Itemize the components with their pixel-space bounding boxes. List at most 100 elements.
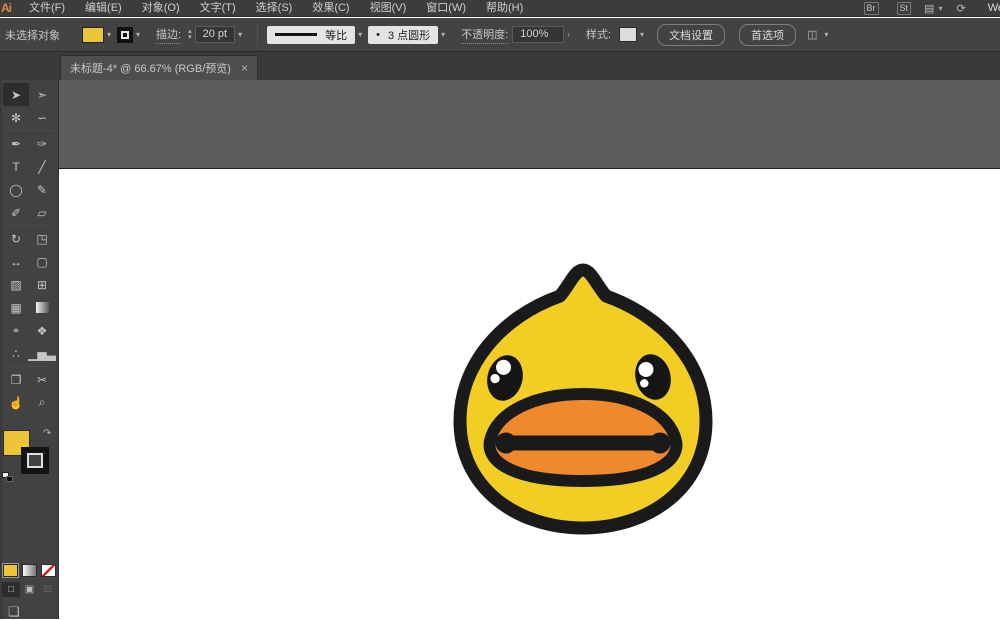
tools-divider: [5, 130, 53, 131]
selection-tool-icon: ➤: [11, 88, 21, 102]
fill-color-chevron-icon[interactable]: ▾: [107, 30, 111, 39]
stroke-color-indicator[interactable]: [21, 447, 49, 474]
draw-inside-mode[interactable]: ⊡: [39, 582, 57, 597]
fill-stroke-indicator: ↷: [0, 428, 59, 486]
tool-scale-tool[interactable]: ◳: [29, 227, 55, 250]
tool-shape-builder-tool[interactable]: ▨: [3, 273, 29, 296]
selection-status-text: 未选择对象: [5, 27, 60, 43]
menu-file[interactable]: 文件(F): [19, 2, 75, 14]
rotate-tool-icon: ↻: [11, 232, 21, 246]
width-tool-icon: ↔: [10, 255, 22, 269]
document-tab[interactable]: 未标题-4* @ 66.67% (RGB/预览) ×: [60, 55, 258, 80]
tool-lasso-tool[interactable]: ∽: [29, 106, 55, 129]
sync-settings-icon[interactable]: ⟳: [956, 2, 965, 15]
stroke-color-swatch[interactable]: [117, 27, 133, 43]
tool-paintbrush-tool[interactable]: ✎: [29, 178, 55, 201]
tool-mesh-tool[interactable]: ▦: [3, 296, 29, 319]
menu-edit[interactable]: 编辑(E): [75, 2, 132, 14]
workspace-switcher-icon[interactable]: ◫: [807, 28, 817, 41]
stroke-indicator-icon: [121, 31, 129, 39]
stroke-color-chevron-icon[interactable]: ▾: [136, 30, 140, 39]
tool-pen-tool[interactable]: ✒: [3, 132, 29, 155]
tool-ellipse-tool[interactable]: ◯: [3, 178, 29, 201]
opacity-label[interactable]: 不透明度:: [461, 26, 508, 44]
style-chevron-icon[interactable]: ▾: [640, 30, 644, 39]
arrange-documents-icon[interactable]: ▤: [924, 2, 934, 15]
tool-column-graph-tool[interactable]: ▁▅▃: [29, 342, 55, 365]
tools-panel: ➤ ➣ ✻∽ ✒ ✑T╱ ◯ ✎ ✐ ▱ ↻ ◳ ↔ ▢ ▨⊞▦ ■ ⌖ ❖ ∴▁▅▃❐✂☝⌕ ↷ □▣⊡ ❏: [0, 80, 59, 619]
ellipse-tool-icon: ◯: [9, 183, 22, 197]
document-setup-button[interactable]: 文档设置: [657, 24, 725, 46]
tool-curvature-tool[interactable]: ✑: [29, 132, 55, 155]
draw-behind-mode[interactable]: ▣: [21, 582, 39, 597]
menu-window[interactable]: 窗口(W): [416, 2, 476, 14]
stock-button[interactable]: St: [897, 2, 912, 15]
eraser-tool-icon: ▱: [37, 206, 46, 220]
tool-width-tool[interactable]: ↔: [3, 250, 29, 273]
gradient-tool-icon: ■: [36, 302, 49, 313]
opacity-value[interactable]: 100%: [512, 26, 564, 43]
none-button[interactable]: [41, 564, 56, 577]
tool-perspective-grid-tool[interactable]: ⊞: [29, 273, 55, 296]
tool-eraser-tool[interactable]: ▱: [29, 201, 55, 224]
change-screen-mode-icon[interactable]: ❏: [8, 604, 20, 620]
tool-direct-selection-tool[interactable]: ➣: [29, 83, 55, 106]
tools-divider: [5, 225, 53, 226]
tool-line-segment-tool[interactable]: ╱: [29, 155, 55, 178]
blend-tool-icon: ❖: [37, 324, 48, 338]
menu-help[interactable]: 帮助(H): [476, 2, 533, 14]
tool-pencil-tool[interactable]: ✐: [3, 201, 29, 224]
tool-free-transform-tool[interactable]: ▢: [29, 250, 55, 273]
menu-type[interactable]: 文字(T): [190, 2, 246, 14]
close-tab-icon[interactable]: ×: [241, 61, 248, 75]
stroke-weight-chevron-icon[interactable]: ▾: [238, 30, 242, 39]
tool-symbol-sprayer-tool[interactable]: ∴: [3, 342, 29, 365]
brush-definition-dropdown[interactable]: • 3 点圆形: [368, 26, 438, 44]
direct-selection-tool-icon: ➣: [37, 88, 47, 102]
swap-fill-stroke-icon[interactable]: ↷: [43, 428, 51, 439]
stroke-weight-label[interactable]: 描边:: [156, 26, 181, 44]
pencil-tool-icon: ✐: [11, 206, 21, 220]
tool-gradient-tool[interactable]: ■: [29, 296, 55, 319]
menu-select[interactable]: 选择(S): [246, 2, 303, 14]
duck-face-artwork[interactable]: [452, 263, 714, 535]
pen-tool-icon: ✒: [11, 137, 21, 151]
menu-effect[interactable]: 效果(C): [302, 2, 359, 14]
tool-zoom-tool[interactable]: ⌕: [29, 391, 55, 414]
preferences-button[interactable]: 首选项: [739, 24, 796, 46]
pasteboard[interactable]: [59, 80, 1000, 169]
arrange-documents-chevron-icon[interactable]: ▾: [938, 4, 942, 13]
color-mode-row: [0, 564, 59, 577]
opacity-chevron-icon[interactable]: ›: [567, 30, 570, 39]
workspace-name-clipped[interactable]: We: [970, 2, 1000, 14]
width-profile-dropdown[interactable]: 等比: [267, 26, 355, 44]
tool-selection-tool[interactable]: ➤: [3, 83, 29, 106]
tool-artboard-tool[interactable]: ❐: [3, 368, 29, 391]
tool-magic-wand-tool[interactable]: ✻: [3, 106, 29, 129]
tool-type-tool[interactable]: T: [3, 155, 29, 178]
stroke-weight-value[interactable]: 20 pt: [195, 26, 235, 43]
gradient-button[interactable]: [22, 564, 37, 577]
tool-blend-tool[interactable]: ❖: [29, 319, 55, 342]
document-tab-bar: 未标题-4* @ 66.67% (RGB/预览) ×: [0, 52, 1000, 80]
width-profile-chevron-icon[interactable]: ▾: [358, 30, 362, 39]
tool-eyedropper-tool[interactable]: ⌖: [3, 319, 29, 342]
style-swatch[interactable]: [619, 27, 637, 42]
bridge-button[interactable]: Br: [864, 2, 879, 15]
color-button[interactable]: [3, 564, 18, 577]
fill-color-swatch[interactable]: [82, 27, 104, 43]
menu-object[interactable]: 对象(O): [132, 2, 190, 14]
brush-definition-chevron-icon[interactable]: ▾: [441, 30, 445, 39]
stroke-weight-stepper[interactable]: ▴ ▾: [188, 29, 192, 41]
menu-view[interactable]: 视图(V): [360, 2, 417, 14]
workspace-switcher-chevron-icon[interactable]: ▾: [824, 30, 828, 39]
tool-hand-tool[interactable]: ☝: [3, 391, 29, 414]
default-fill-stroke-icon[interactable]: [2, 472, 14, 483]
canvas-area[interactable]: [59, 80, 1000, 619]
drawing-modes-row: □▣⊡: [0, 582, 59, 597]
tool-rotate-tool[interactable]: ↻: [3, 227, 29, 250]
free-transform-tool-icon: ▢: [36, 255, 47, 269]
stepper-down-icon[interactable]: ▾: [188, 35, 192, 41]
draw-normal-mode[interactable]: □: [2, 582, 20, 597]
tool-slice-tool[interactable]: ✂: [29, 368, 55, 391]
